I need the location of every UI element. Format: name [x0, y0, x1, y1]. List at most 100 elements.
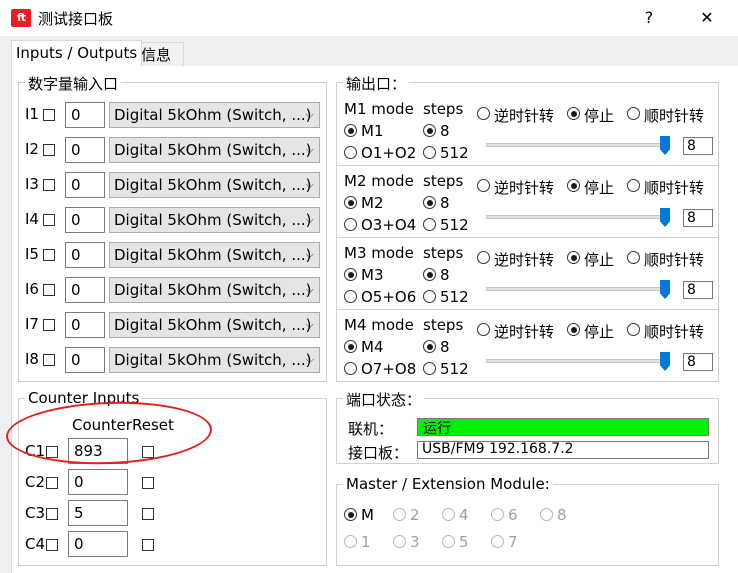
- speed-slider-track[interactable]: [486, 215, 670, 219]
- input-value-field[interactable]: 0: [65, 137, 105, 163]
- input-checkbox[interactable]: [43, 179, 55, 191]
- speed-value-field[interactable]: 8: [683, 137, 713, 155]
- link-status-bar: 运行: [417, 418, 709, 437]
- counter-checkbox[interactable]: [46, 508, 58, 520]
- speed-slider-track[interactable]: [486, 287, 670, 291]
- direction-stop-radio[interactable]: [567, 251, 580, 264]
- counter-reset-checkbox[interactable]: [142, 446, 154, 458]
- input-value-field[interactable]: 0: [65, 242, 105, 268]
- tab-info[interactable]: 信息: [136, 42, 184, 66]
- speed-value-field[interactable]: 8: [683, 209, 713, 227]
- motor-separator: [337, 309, 718, 310]
- counter-label: C1: [25, 442, 46, 460]
- direction-stop-radio[interactable]: [567, 107, 580, 120]
- input-mode-select[interactable]: Digital 5kOhm (Switch, ...) ⌵: [109, 172, 320, 198]
- input-value-field[interactable]: 0: [65, 207, 105, 233]
- input-checkbox[interactable]: [43, 319, 55, 331]
- input-value-field[interactable]: 0: [65, 312, 105, 338]
- direction-stop-radio[interactable]: [567, 323, 580, 336]
- close-button[interactable]: ✕: [692, 6, 722, 30]
- motor-mode-radio-pair[interactable]: [344, 146, 357, 159]
- input-mode-select[interactable]: Digital 5kOhm (Switch, ...) ⌵: [109, 242, 320, 268]
- input-mode-select[interactable]: Digital 5kOhm (Switch, ...) ⌵: [109, 347, 320, 373]
- direction-stop-label: 停止: [584, 107, 615, 125]
- input-value-field[interactable]: 0: [65, 102, 105, 128]
- input-checkbox[interactable]: [43, 214, 55, 226]
- input-label: I7: [25, 315, 39, 333]
- input-label: I4: [25, 210, 39, 228]
- steps-8-label: 8: [440, 266, 450, 284]
- extension-module-label: M: [361, 506, 374, 524]
- counter-checkbox[interactable]: [46, 446, 58, 458]
- steps-radio-8[interactable]: [423, 124, 436, 137]
- counter-reset-checkbox[interactable]: [142, 508, 154, 520]
- input-mode-select[interactable]: Digital 5kOhm (Switch, ...) ⌵: [109, 312, 320, 338]
- counter-reset-checkbox[interactable]: [142, 539, 154, 551]
- motor-mode-radio-single[interactable]: [344, 340, 357, 353]
- steps-radio-8[interactable]: [423, 268, 436, 281]
- motor-mode-radio-pair[interactable]: [344, 362, 357, 375]
- direction-ccw-radio[interactable]: [477, 323, 490, 336]
- steps-radio-512[interactable]: [423, 146, 436, 159]
- input-value-field[interactable]: 0: [65, 277, 105, 303]
- direction-cw-radio[interactable]: [627, 251, 640, 264]
- direction-cw-radio[interactable]: [627, 107, 640, 120]
- input-checkbox[interactable]: [43, 144, 55, 156]
- input-mode-select[interactable]: Digital 5kOhm (Switch, ...) ⌵: [109, 207, 320, 233]
- extension-module-radio: [393, 535, 406, 548]
- direction-ccw-label: 逆时针转: [494, 179, 555, 197]
- counter-value-field[interactable]: 0: [68, 469, 128, 495]
- direction-ccw-radio[interactable]: [477, 251, 490, 264]
- speed-slider-track[interactable]: [486, 359, 670, 363]
- direction-stop-label: 停止: [584, 179, 615, 197]
- input-mode-select[interactable]: Digital 5kOhm (Switch, ...) ⌵: [109, 277, 320, 303]
- steps-radio-512[interactable]: [423, 362, 436, 375]
- extension-module-group: [336, 484, 719, 566]
- extension-module-radio[interactable]: [344, 508, 357, 521]
- counter-checkbox[interactable]: [46, 539, 58, 551]
- direction-cw-radio[interactable]: [627, 323, 640, 336]
- speed-value-field[interactable]: 8: [683, 353, 713, 371]
- steps-radio-8[interactable]: [423, 196, 436, 209]
- direction-cw-radio[interactable]: [627, 179, 640, 192]
- steps-512-label: 512: [440, 216, 469, 234]
- counter-value-field[interactable]: 0: [68, 531, 128, 557]
- steps-label: steps: [423, 244, 464, 262]
- counter-value-field[interactable]: 893: [68, 438, 128, 464]
- counter-value-field[interactable]: 5: [68, 500, 128, 526]
- input-mode-select[interactable]: Digital 5kOhm (Switch, ...) ⌵: [109, 102, 320, 128]
- extension-module-radio: [540, 508, 553, 521]
- input-checkbox[interactable]: [43, 284, 55, 296]
- direction-stop-radio[interactable]: [567, 179, 580, 192]
- input-mode-select[interactable]: Digital 5kOhm (Switch, ...) ⌵: [109, 137, 320, 163]
- chevron-down-icon: ⌵: [305, 353, 314, 366]
- reset-column-header: Reset: [132, 416, 174, 434]
- input-checkbox[interactable]: [43, 354, 55, 366]
- steps-radio-8[interactable]: [423, 340, 436, 353]
- counter-reset-checkbox[interactable]: [142, 477, 154, 489]
- counter-checkbox[interactable]: [46, 477, 58, 489]
- motor-mode-radio-single[interactable]: [344, 268, 357, 281]
- steps-radio-512[interactable]: [423, 218, 436, 231]
- speed-value-field[interactable]: 8: [683, 281, 713, 299]
- steps-radio-512[interactable]: [423, 290, 436, 303]
- help-button[interactable]: ?: [634, 6, 664, 30]
- direction-ccw-radio[interactable]: [477, 107, 490, 120]
- motor-mode-radio-pair[interactable]: [344, 218, 357, 231]
- motor-mode-radio-single[interactable]: [344, 196, 357, 209]
- input-value-field[interactable]: 0: [65, 172, 105, 198]
- extension-module-radio: [344, 535, 357, 548]
- motor-separator: [337, 237, 718, 238]
- input-checkbox[interactable]: [43, 109, 55, 121]
- chevron-down-icon: ⌵: [305, 283, 314, 296]
- tab-inputs-outputs[interactable]: Inputs / Outputs: [11, 40, 143, 66]
- motor-mode-radio-single[interactable]: [344, 124, 357, 137]
- motor-mode-radio-pair[interactable]: [344, 290, 357, 303]
- input-checkbox[interactable]: [43, 249, 55, 261]
- counter-label: C4: [25, 535, 46, 553]
- left-edge: [0, 36, 11, 573]
- extension-module-title: Master / Extension Module:: [343, 475, 553, 493]
- direction-ccw-radio[interactable]: [477, 179, 490, 192]
- speed-slider-track[interactable]: [486, 143, 670, 147]
- input-value-field[interactable]: 0: [65, 347, 105, 373]
